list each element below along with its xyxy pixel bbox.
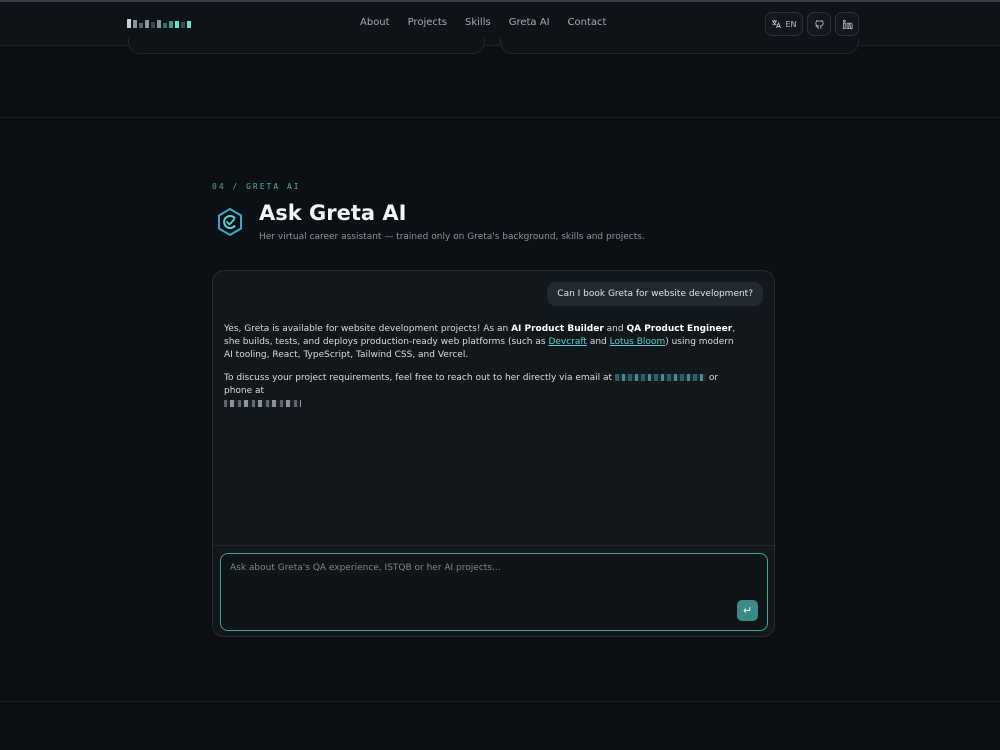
section-divider-top	[0, 117, 1000, 118]
github-icon	[814, 19, 824, 29]
chat-panel: Can I book Greta for website development…	[212, 270, 775, 637]
nav-projects[interactable]: Projects	[408, 17, 447, 28]
github-button[interactable]	[807, 12, 831, 36]
linkedin-icon	[842, 19, 852, 29]
header-actions: EN	[765, 12, 859, 36]
section-label: 04 / GRETA AI	[212, 182, 301, 191]
redacted-email[interactable]	[614, 374, 706, 381]
devcraft-link[interactable]: Devcraft	[548, 337, 587, 347]
site-logo[interactable]	[127, 19, 191, 28]
input-divider	[213, 545, 774, 546]
page-subtitle: Her virtual career assistant — trained o…	[259, 232, 645, 242]
nav-skills[interactable]: Skills	[465, 17, 491, 28]
section-divider-bottom	[0, 701, 1000, 702]
send-button[interactable]: ↵	[737, 600, 758, 621]
translate-icon	[772, 20, 782, 29]
text-span: Yes, Greta is available for website deve…	[224, 324, 512, 334]
project-card-bottom-right	[500, 38, 859, 54]
project-card-bottom-left	[128, 38, 485, 54]
text-span: and	[603, 324, 627, 334]
main-nav: About Projects Skills Greta AI Contact	[360, 17, 606, 28]
assistant-paragraph-2: To discuss your project requirements, fe…	[224, 372, 744, 411]
user-message-bubble: Can I book Greta for website development…	[547, 282, 763, 306]
chat-input-container: ↵	[220, 553, 768, 631]
assistant-message: Yes, Greta is available for website deve…	[224, 323, 744, 421]
nav-about[interactable]: About	[360, 17, 390, 28]
role-qa-product-engineer: QA Product Engineer	[626, 324, 733, 334]
linkedin-button[interactable]	[835, 12, 859, 36]
language-label: EN	[785, 19, 797, 29]
return-arrow-icon: ↵	[742, 604, 753, 617]
text-span: To discuss your project requirements, fe…	[224, 373, 615, 383]
nav-contact[interactable]: Contact	[568, 17, 607, 28]
nav-greta-ai[interactable]: Greta AI	[509, 17, 550, 28]
role-ai-product-builder: AI Product Builder	[511, 324, 604, 334]
chat-input[interactable]	[221, 554, 767, 630]
text-span: and	[586, 337, 610, 347]
lotus-bloom-link[interactable]: Lotus Bloom	[610, 337, 666, 347]
assistant-paragraph-1: Yes, Greta is available for website deve…	[224, 323, 744, 362]
page-title: Ask Greta AI	[259, 201, 407, 225]
redacted-phone[interactable]	[224, 400, 301, 407]
language-button[interactable]: EN	[765, 12, 803, 36]
greta-ai-logo-icon	[218, 207, 242, 237]
